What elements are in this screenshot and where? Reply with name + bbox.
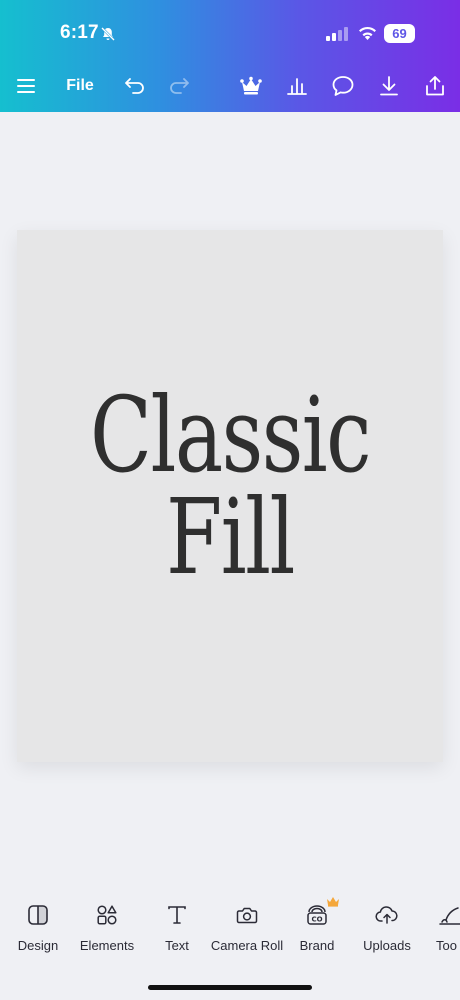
redo-button[interactable] xyxy=(166,72,192,100)
home-indicator xyxy=(148,985,312,990)
brand-icon: CO xyxy=(307,905,327,925)
svg-text:CO: CO xyxy=(311,916,322,924)
menu-button[interactable] xyxy=(15,72,37,100)
cloud-upload-icon xyxy=(375,906,398,924)
design-heading-line-1[interactable]: Classic xyxy=(64,380,396,490)
crown-icon xyxy=(327,897,339,907)
tab-brand[interactable]: CO Brand xyxy=(296,897,339,953)
comment-button[interactable] xyxy=(330,72,356,100)
tab-tools[interactable]: Too xyxy=(436,902,460,953)
tab-elements[interactable]: Elements xyxy=(78,902,136,953)
insights-button[interactable] xyxy=(284,72,310,100)
design-page[interactable]: Classic Fill xyxy=(17,230,443,762)
status-time: 6:17 xyxy=(60,22,99,43)
download-icon xyxy=(380,76,398,96)
tab-elements-label: Elements xyxy=(79,938,135,953)
download-button[interactable] xyxy=(376,72,402,100)
tab-uploads[interactable]: Uploads xyxy=(360,902,414,953)
design-heading-line-2[interactable]: Fill xyxy=(64,482,396,592)
tab-camera-roll-label: Camera Roll xyxy=(210,938,284,953)
editor-canvas[interactable]: Classic Fill xyxy=(0,112,460,882)
text-icon xyxy=(168,906,186,924)
bell-off-icon xyxy=(101,27,115,41)
undo-icon xyxy=(125,78,144,94)
tab-design[interactable]: Design xyxy=(14,902,62,953)
signal-icon xyxy=(326,27,348,41)
tab-text-label: Text xyxy=(165,938,189,953)
tab-tools-label: Too xyxy=(436,938,457,953)
comment-icon xyxy=(332,76,354,96)
tab-design-label: Design xyxy=(17,938,59,953)
top-header: 6:17 69 File xyxy=(0,0,460,112)
tab-brand-label: Brand xyxy=(299,938,335,953)
premium-button[interactable] xyxy=(238,72,264,100)
bottom-toolbar: Design Elements Text Camera Roll CO Bran… xyxy=(0,882,460,1000)
tools-icon xyxy=(439,907,460,925)
elements-icon xyxy=(97,905,117,925)
file-label: File xyxy=(66,77,94,94)
tab-text[interactable]: Text xyxy=(156,902,198,953)
file-menu-button[interactable]: File xyxy=(62,72,98,100)
design-icon xyxy=(28,905,48,925)
tab-uploads-label: Uploads xyxy=(363,938,411,953)
battery-indicator: 69 xyxy=(384,24,415,43)
camera-icon xyxy=(236,907,258,924)
wifi-icon xyxy=(359,26,376,40)
redo-icon xyxy=(170,78,189,94)
hamburger-icon xyxy=(17,79,35,93)
crown-icon xyxy=(240,76,262,95)
tab-camera-roll[interactable]: Camera Roll xyxy=(210,902,284,953)
share-icon xyxy=(426,76,444,96)
share-button[interactable] xyxy=(422,72,448,100)
undo-button[interactable] xyxy=(122,72,148,100)
bar-chart-icon xyxy=(287,78,307,95)
